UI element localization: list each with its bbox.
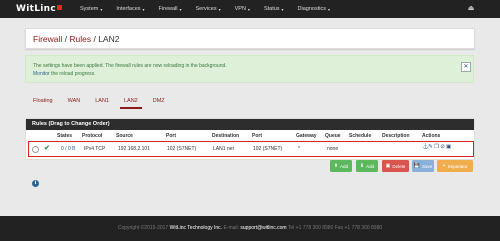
monitor-link[interactable]: Monitor bbox=[33, 71, 50, 77]
breadcrumb: Firewall / Rules / LAN2 bbox=[33, 34, 119, 44]
info-icon[interactable]: i bbox=[32, 180, 39, 187]
button-label: Save bbox=[421, 163, 433, 169]
row-gateway: * bbox=[298, 145, 300, 152]
header-actions: Actions bbox=[422, 133, 441, 139]
menu-label: Status bbox=[263, 6, 280, 12]
row-destination: LAN1 net bbox=[213, 145, 234, 152]
alert-message: The settings have been applied. The fire… bbox=[33, 63, 227, 69]
button-label: Add bbox=[366, 163, 375, 169]
brand-logo[interactable]: WitLinc bbox=[16, 4, 62, 14]
footer-tel: Tel +1 778 300 8980 Fax +1 778 300 8980 bbox=[287, 225, 383, 231]
close-icon[interactable]: ✕ bbox=[461, 62, 471, 72]
plus-icon: + bbox=[442, 163, 446, 169]
menu-status[interactable]: Status ▾ bbox=[264, 6, 284, 12]
menu-interfaces[interactable]: Interfaces ▾ bbox=[116, 6, 144, 12]
tab-lan2[interactable]: LAN2 bbox=[120, 98, 142, 109]
footer-copyright: Copyright ©2015-2017 bbox=[117, 225, 169, 231]
alert-message-2: Monitor the reload progress. bbox=[33, 71, 96, 77]
interface-tabs: Floating WAN LAN1 LAN2 DMZ bbox=[33, 98, 180, 109]
add-rule-top-button[interactable]: ⬆ Add bbox=[330, 160, 352, 172]
row-port-dest: 102 (S7NET) bbox=[253, 145, 283, 152]
menu-diagnostics[interactable]: Diagnostics ▾ bbox=[298, 6, 330, 12]
breadcrumb-current: LAN2 bbox=[98, 34, 120, 44]
page-title: Firewall / Rules / LAN2 bbox=[25, 28, 475, 49]
row-actions: ⚓ ✎ ❐ ⊘ ▣ bbox=[422, 144, 452, 150]
tab-wan[interactable]: WAN bbox=[68, 98, 81, 104]
row-select-checkbox[interactable] bbox=[32, 146, 39, 153]
delete-button[interactable]: ▣ Delete bbox=[382, 160, 409, 172]
header-gateway: Gateway bbox=[296, 133, 317, 139]
arrow-up-icon: ⬆ bbox=[333, 163, 339, 169]
trash-icon: ▣ bbox=[385, 163, 391, 169]
disable-icon[interactable]: ⊘ bbox=[440, 144, 445, 150]
row-states[interactable]: 0 / 0 B bbox=[61, 146, 75, 152]
menu-label: Diagnostics bbox=[297, 6, 326, 12]
delete-trash-icon[interactable]: ▣ bbox=[446, 144, 451, 150]
caret-down-icon: ▾ bbox=[100, 6, 103, 12]
footer-email-label: E-mail: bbox=[223, 225, 239, 231]
add-rule-bottom-button[interactable]: ⬇ Add bbox=[356, 160, 378, 172]
header-schedule: Schedule bbox=[349, 133, 372, 139]
menu-firewall[interactable]: Firewall ▾ bbox=[159, 6, 182, 12]
menu-label: System bbox=[80, 6, 99, 12]
button-label: Separator bbox=[447, 163, 468, 169]
button-label: Add bbox=[340, 163, 349, 169]
breadcrumb-firewall[interactable]: Firewall bbox=[33, 34, 62, 44]
menu-services[interactable]: Services ▾ bbox=[196, 6, 221, 12]
brand-dot-icon bbox=[56, 5, 62, 10]
separator-button[interactable]: + Separator bbox=[437, 160, 473, 172]
caret-down-icon: ▾ bbox=[179, 6, 182, 12]
main-menu: System ▾ Interfaces ▾ Firewall ▾ Services ▾ … bbox=[80, 0, 344, 18]
caret-down-icon: ▾ bbox=[142, 6, 145, 12]
copy-icon[interactable]: ❐ bbox=[434, 144, 439, 150]
caret-down-icon: ▾ bbox=[247, 6, 250, 12]
top-navbar: WitLinc System ▾ Interfaces ▾ Firewall ▾ Se… bbox=[0, 0, 500, 18]
sign-out-icon[interactable]: ⏏ bbox=[466, 4, 476, 14]
caret-down-icon: ▾ bbox=[327, 6, 330, 12]
header-port: Port bbox=[166, 133, 176, 139]
header-queue: Queue bbox=[325, 133, 341, 139]
alert-message-rest: the reload progress. bbox=[49, 71, 96, 77]
row-source: 192.168.2.101 bbox=[118, 145, 150, 152]
menu-label: VPN bbox=[234, 6, 246, 12]
edit-pencil-icon[interactable]: ✎ bbox=[428, 144, 433, 150]
panel-heading: Rules (Drag to Change Order) bbox=[26, 119, 474, 130]
caret-down-icon: ▾ bbox=[281, 6, 284, 12]
header-description: Description bbox=[382, 133, 410, 139]
menu-label: Services bbox=[195, 6, 217, 12]
menu-system[interactable]: System ▾ bbox=[80, 6, 102, 12]
footer-email[interactable]: support@witlinc.com bbox=[240, 225, 286, 231]
row-protocol: IPv4 TCP bbox=[84, 145, 106, 152]
caret-down-icon: ▾ bbox=[218, 6, 221, 12]
header-port-dest: Port bbox=[252, 133, 262, 139]
success-alert: The settings have been applied. The fire… bbox=[25, 55, 474, 83]
menu-vpn[interactable]: VPN ▾ bbox=[235, 6, 250, 12]
button-label: Delete bbox=[392, 163, 406, 169]
save-icon: 💾 bbox=[413, 163, 420, 169]
row-queue: none bbox=[327, 145, 339, 152]
tab-floating[interactable]: Floating bbox=[33, 98, 53, 104]
arrow-down-icon: ⬇ bbox=[359, 163, 365, 169]
menu-label: Interfaces bbox=[116, 6, 141, 12]
header-destination: Destination bbox=[212, 133, 240, 139]
tab-dmz[interactable]: DMZ bbox=[153, 98, 165, 104]
breadcrumb-rules[interactable]: Rules bbox=[69, 34, 91, 44]
tab-lan1[interactable]: LAN1 bbox=[95, 98, 109, 104]
header-protocol: Protocol bbox=[82, 133, 103, 139]
anchor-icon[interactable]: ⚓ bbox=[422, 144, 429, 150]
brand-name: WitLinc bbox=[16, 4, 56, 14]
footer-company: WitLinc Technology Inc. bbox=[169, 225, 223, 231]
footer-text: Copyright ©2015-2017 WitLinc Technology … bbox=[0, 225, 500, 231]
menu-label: Firewall bbox=[158, 6, 178, 12]
footer: Copyright ©2015-2017 WitLinc Technology … bbox=[0, 216, 500, 241]
row-port: 102 (S7NET) bbox=[167, 145, 197, 152]
save-button[interactable]: 💾 Save bbox=[412, 160, 434, 172]
header-source: Source bbox=[116, 133, 133, 139]
check-icon[interactable]: ✔ bbox=[44, 144, 50, 152]
panel-title: Rules (Drag to Change Order) bbox=[32, 121, 110, 127]
header-states: States bbox=[57, 133, 73, 139]
